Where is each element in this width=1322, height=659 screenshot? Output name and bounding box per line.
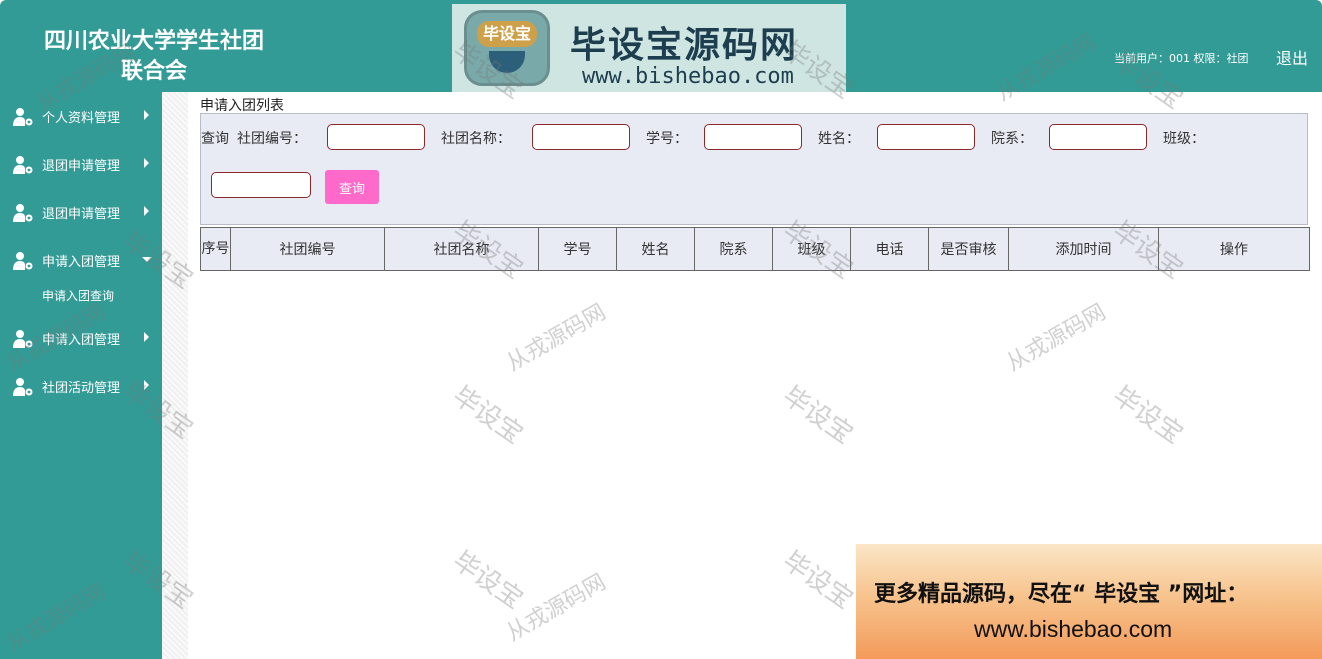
class-input[interactable] [211,172,311,198]
chevron-right-icon [144,110,149,120]
query-button[interactable]: 查询 [325,170,379,204]
user-gear-icon [13,378,33,396]
banner-logo: 毕设宝 毕设宝源码网 www.bishebao.com [452,4,846,92]
club-id-label: 社团编号： [237,131,307,147]
user-gear-icon [13,156,33,174]
user-gear-icon [13,204,33,222]
sidebar-item-profile[interactable]: 个人资料管理 [0,101,162,131]
club-id-input[interactable] [327,124,425,150]
sidebar-item-label: 社团活动管理 [42,381,121,396]
sidebar-item-join-1[interactable]: 申请入团管理 [0,245,162,275]
applications-table: 序号 社团编号 社团名称 学号 姓名 院系 班级 电话 是否审核 添加时间 操作 [200,227,1310,271]
col-header-index: 序号 [200,227,231,271]
col-header-department: 院系 [694,227,773,271]
sidebar-item-join-2[interactable]: 申请入团管理 [0,323,162,353]
col-header-reviewed: 是否审核 [928,227,1009,271]
header-bar: 四川农业大学学生社团 联合会 毕设宝 毕设宝源码网 www.bishebao.c… [0,0,1322,92]
col-header-student-id: 学号 [538,227,617,271]
app-title-line1: 四川农业大学学生社团 [43,28,264,54]
app-title: 四川农业大学学生社团 联合会 [14,26,294,86]
col-header-actions: 操作 [1158,227,1310,271]
col-header-club-id: 社团编号 [230,227,385,271]
club-name-label: 社团名称： [441,131,511,147]
banner-title: 毕设宝源码网 [570,25,799,66]
chevron-right-icon [144,380,149,390]
student-id-label: 学号： [646,131,688,147]
banner-badge-icon: 毕设宝 [464,10,550,86]
banner-url: www.bishebao.com [582,64,794,89]
user-gear-icon [13,252,33,270]
col-header-added-time: 添加时间 [1008,227,1159,271]
class-label: 班级： [1163,131,1205,147]
sidebar-item-label: 申请入团管理 [42,333,121,348]
department-input[interactable] [1049,124,1147,150]
col-header-name: 姓名 [616,227,695,271]
club-name-input[interactable] [532,124,630,150]
user-gear-icon [13,108,33,126]
chevron-down-icon [142,257,152,262]
student-id-input[interactable] [704,124,802,150]
chevron-right-icon [144,158,149,168]
search-panel: 查询 社团编号： 社团名称： 学号： 姓名： 院系： 班级： 查询 [200,113,1308,225]
sidebar-item-label: 退团申请管理 [42,159,121,174]
page-title: 申请入团列表 [200,98,284,114]
sidebar-item-activities[interactable]: 社团活动管理 [0,371,162,401]
name-label: 姓名： [818,131,860,147]
sidebar-item-withdraw-2[interactable]: 退团申请管理 [0,197,162,227]
col-header-club-name: 社团名称 [384,227,539,271]
sidebar-gutter [162,92,188,659]
current-user-info: 当前用户：001 权限：社团 [1114,52,1249,65]
sidebar-item-withdraw-1[interactable]: 退团申请管理 [0,149,162,179]
promo-banner: 更多精品源码，尽在“ 毕设宝 ”网址： www.bishebao.com [856,544,1322,659]
chevron-right-icon [144,332,149,342]
department-label: 院系： [991,131,1033,147]
sidebar-item-label: 个人资料管理 [42,111,121,126]
sidebar-subitem-join-query[interactable]: 申请入团查询 [42,287,114,304]
sidebar-item-label: 申请入团管理 [42,255,121,270]
sidebar: 个人资料管理 退团申请管理 退团申请管理 申请入团管理 申请入团查询 申请入团管… [0,92,162,659]
sidebar-item-label: 退团申请管理 [42,207,121,222]
app-title-line2: 联合会 [120,58,187,84]
col-header-class: 班级 [772,227,851,271]
user-gear-icon [13,330,33,348]
chevron-right-icon [144,206,149,216]
promo-url: www.bishebao.com [974,616,1173,642]
promo-line1: 更多精品源码，尽在“ 毕设宝 ”网址： [874,582,1249,607]
col-header-phone: 电话 [850,227,929,271]
logout-link[interactable]: 退出 [1276,45,1308,69]
table-header-row: 序号 社团编号 社团名称 学号 姓名 院系 班级 电话 是否审核 添加时间 操作 [200,227,1310,271]
name-input[interactable] [877,124,975,150]
banner-badge-text: 毕设宝 [477,21,537,47]
query-label: 查询 [201,131,229,147]
